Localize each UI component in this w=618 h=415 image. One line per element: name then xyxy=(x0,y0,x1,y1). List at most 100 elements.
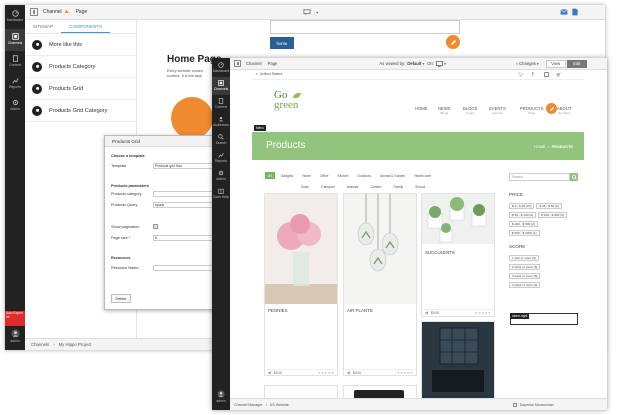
price-filter-chip[interactable]: $ 0 - $ 25 (19) xyxy=(509,203,535,209)
score-filter-chip[interactable]: 4 stars or more (4) xyxy=(509,282,541,288)
category-chip[interactable]: Family xyxy=(390,183,406,190)
nav-news[interactable]: NEWS Blogs xyxy=(438,106,451,116)
category-chip[interactable]: Animals xyxy=(344,183,362,190)
pagination-checkbox[interactable] xyxy=(153,224,158,229)
breadcrumb-home[interactable]: HOME xyxy=(534,145,545,149)
product-search-input[interactable]: Search... xyxy=(509,173,570,181)
price-filter-chip[interactable]: $ 200 - $ 500 (2) xyxy=(509,221,538,227)
edit-menu-button[interactable] xyxy=(546,103,557,114)
rail-user[interactable]: admin xyxy=(212,390,230,403)
breadcrumb-item[interactable]: Channels xyxy=(31,342,49,347)
rail-item-channels[interactable]: Channels xyxy=(212,77,230,95)
price-filter-chip[interactable]: $ 500 - $ 1000 (1) xyxy=(509,230,540,236)
rail-item-content[interactable]: Content xyxy=(212,95,230,113)
category-chip[interactable]: Office xyxy=(317,172,332,179)
component-item[interactable]: Products Grid Category xyxy=(25,100,136,122)
category-chip[interactable]: School xyxy=(412,183,428,190)
channels-icon xyxy=(11,33,19,40)
cart-icon[interactable]: 🛒︎ xyxy=(347,371,351,375)
rail-item-reports[interactable]: Reports xyxy=(5,73,25,95)
chevron-down-icon[interactable]: ▾ xyxy=(444,62,446,66)
category-chip[interactable]: Garden xyxy=(367,183,384,190)
product-name[interactable]: AIR PLANTS xyxy=(347,308,373,313)
score-filter-chip[interactable]: 1 star or more (6) xyxy=(509,255,539,261)
rail-item-reports[interactable]: Reports xyxy=(212,149,230,167)
product-name[interactable]: PEONIES xyxy=(268,308,288,313)
rail-item-docs[interactable]: Docs Help xyxy=(212,185,230,203)
edit-component-button[interactable] xyxy=(446,35,460,49)
rail-badge[interactable]: Auto Export Int xyxy=(5,311,25,326)
score-filter-chip[interactable]: 2 stars or more (6) xyxy=(509,264,541,270)
nav-blogs[interactable]: BLOGS Inspire xyxy=(463,106,477,116)
preview-header-box xyxy=(270,20,460,34)
rail-item-content[interactable]: Content xyxy=(5,51,25,73)
desktop-icon[interactable] xyxy=(435,60,443,67)
component-item[interactable]: More like this xyxy=(25,34,136,56)
product-card[interactable] xyxy=(264,385,338,398)
home-button[interactable]: home xyxy=(270,37,294,49)
rail-item-admin[interactable]: Admin xyxy=(5,95,25,117)
category-chip[interactable]: All xyxy=(265,172,275,179)
nav-home[interactable]: HOME xyxy=(415,106,428,111)
component-item[interactable]: Products Category xyxy=(25,56,136,78)
nav-products[interactable]: PRODUCTS Shop xyxy=(520,106,544,116)
breadcrumb-item[interactable]: US Website xyxy=(270,403,289,407)
rail-user[interactable]: admin xyxy=(5,329,25,343)
viewed-by-select[interactable]: Default xyxy=(407,61,421,66)
category-chip[interactable]: Transport xyxy=(318,183,338,190)
nav-about[interactable]: ABOUT Our Story xyxy=(557,106,571,116)
view-mode-button[interactable]: View xyxy=(545,59,566,68)
cart-icon[interactable]: 🛒︎ xyxy=(268,371,272,375)
mail-icon[interactable] xyxy=(560,9,568,15)
category-chip[interactable]: Animal & Garden xyxy=(377,172,408,179)
instagram-icon[interactable] xyxy=(544,72,549,77)
chevron-down-icon[interactable]: ▾ xyxy=(316,10,318,15)
category-chip[interactable]: Home xyxy=(299,172,314,179)
document-icon[interactable] xyxy=(572,8,578,16)
delete-button[interactable]: Delete xyxy=(111,294,131,303)
price-filter-chip[interactable]: $ 50 - $ 100 (4) xyxy=(509,212,537,218)
nav-events[interactable]: EVENTS Connect xyxy=(489,106,506,116)
rail-item-search[interactable]: Search xyxy=(212,131,230,149)
menu-container-tag[interactable]: Menu xyxy=(254,125,266,131)
rail-item-dashboard[interactable]: Dashboard xyxy=(5,5,25,29)
category-chip[interactable]: Gadgets xyxy=(278,172,296,179)
sidebar-toggle-icon[interactable] xyxy=(234,60,241,67)
cart-icon[interactable]: 🛒︎ xyxy=(425,311,429,315)
product-card[interactable]: SUCCULENTS 🛒︎ $0.00 ★★★★★ xyxy=(421,193,495,317)
sidebar-toggle-icon[interactable] xyxy=(30,8,38,16)
facebook-icon[interactable]: f xyxy=(532,72,534,78)
chevron-down-icon[interactable]: ▾ xyxy=(422,62,424,66)
rail-item-audiences[interactable]: Audiences xyxy=(212,113,230,131)
category-chip[interactable]: Solar xyxy=(298,183,312,190)
edit-mode-button[interactable]: Edit xyxy=(566,59,587,68)
chevron-down-icon[interactable]: ▾ xyxy=(537,62,539,66)
rail-item-dashboard[interactable]: Dashboard xyxy=(212,58,230,77)
product-card[interactable]: AIR PLANTS 🛒︎ $0.00 ★★★★★ xyxy=(343,193,417,376)
container-tag[interactable]: lorem-right xyxy=(510,313,530,319)
locale-selector[interactable]: ▾ United States xyxy=(256,72,282,76)
category-chip[interactable]: Outdoors xyxy=(355,172,375,179)
category-chip[interactable]: Kitchen xyxy=(335,172,352,179)
product-card[interactable] xyxy=(421,321,495,398)
rail-item-admin[interactable]: Admin xyxy=(212,167,230,185)
price-filter-chip[interactable]: $ 25 - $ 50 (5) xyxy=(536,203,562,209)
page-comments-icon[interactable] xyxy=(303,8,311,16)
breadcrumb-item[interactable]: My Hippo Project xyxy=(59,342,92,347)
user-name[interactable]: Daymine Monsoonan xyxy=(520,403,554,407)
component-item[interactable]: Products Grid xyxy=(25,78,136,100)
product-card[interactable] xyxy=(343,385,417,398)
changes-button[interactable]: Changes xyxy=(519,61,536,66)
tab-sitemap[interactable]: SITEMAP xyxy=(25,20,61,33)
score-filter-chip[interactable]: 3 stars or more (5) xyxy=(509,273,541,279)
rail-item-channels[interactable]: Channels xyxy=(5,29,25,51)
product-card[interactable]: PEONIES 🛒︎ $0.00 ★★★★★ xyxy=(264,193,338,376)
search-button[interactable] xyxy=(570,173,578,181)
tab-components[interactable]: COMPONENTS xyxy=(61,20,111,33)
twitter-icon[interactable]: 🐦︎ xyxy=(518,72,524,78)
product-name[interactable]: SUCCULENTS xyxy=(425,250,455,255)
breadcrumb-item[interactable]: Channel Manager xyxy=(234,403,263,407)
category-chip[interactable]: Health care xyxy=(411,172,434,179)
price-filter-chip[interactable]: $ 100 - $ 200 (3) xyxy=(538,212,568,218)
cart-icon[interactable]: 🛒︎ xyxy=(556,72,562,78)
